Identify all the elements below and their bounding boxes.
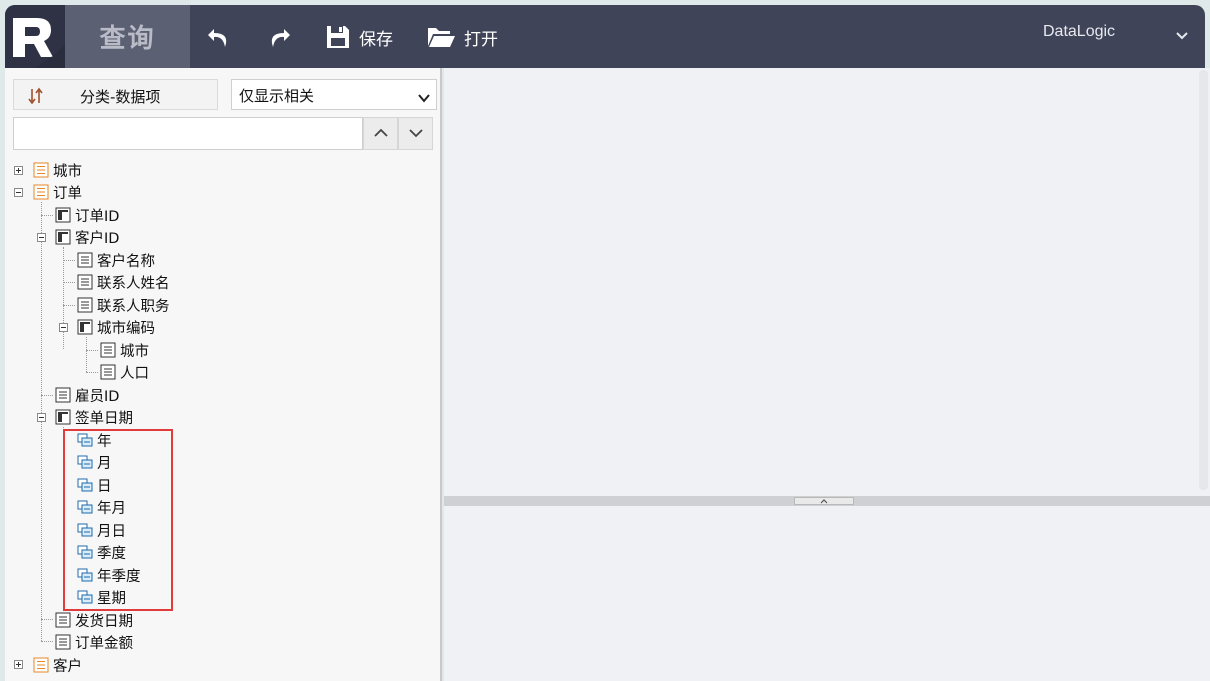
tree-node-label: 客户 [53,658,82,675]
redo-icon [265,23,293,51]
open-label: 打开 [464,29,498,50]
tree-node-employee-id[interactable]: 雇员ID [55,384,119,406]
data-item-panel: 分类-数据项 仅显示相关 城市 订单 订单ID 客户ID 客户名称 联系人姓名 … [5,68,442,681]
sort-category-label: 分类-数据项 [80,88,161,106]
tree-node-order-id[interactable]: 订单ID [55,204,119,226]
field-icon [77,252,93,268]
collapse-toggle[interactable] [37,413,46,422]
key-field-icon [55,207,71,223]
tree-connector [86,350,98,351]
undo-button[interactable] [205,21,233,53]
collapse-toggle[interactable] [14,188,23,197]
data-item-tree: 城市 订单 订单ID 客户ID 客户名称 联系人姓名 联系人职务 城市编码 城市… [5,158,440,681]
tree-node-label: 城市 [120,343,149,360]
expand-toggle[interactable] [14,660,23,669]
tree-connector [86,372,98,373]
tree-node-city[interactable]: 城市 [33,159,82,181]
redo-button[interactable] [265,21,293,53]
vertical-scrollbar[interactable] [1199,70,1208,490]
tree-node-label: 城市编码 [97,320,155,337]
collapse-toggle[interactable] [59,323,68,332]
search-input[interactable] [13,117,363,150]
field-icon [55,612,71,628]
search-next-button[interactable] [398,117,433,150]
top-toolbar: 查询 保存 打开 DataLogic [5,5,1205,68]
tree-node-customer-name[interactable]: 客户名称 [77,249,155,271]
collapse-toggle[interactable] [37,233,46,242]
open-button[interactable]: 打开 [426,21,498,53]
tree-node-city-field[interactable]: 城市 [100,339,149,361]
table-icon [33,184,49,200]
folder-open-icon [426,24,456,50]
tree-connector [63,247,64,349]
chevron-up-icon [820,499,828,504]
tree-node-label: 客户ID [75,230,120,247]
tab-query-label: 查询 [99,24,156,54]
undo-icon [205,23,233,51]
field-icon [77,274,93,290]
filter-select[interactable]: 仅显示相关 [231,79,437,110]
tree-node-customer-id[interactable]: 客户ID [55,226,119,248]
tree-node-label: 联系人姓名 [97,275,170,292]
chevron-up-icon [373,126,388,142]
tab-query[interactable]: 查询 [65,5,190,68]
panel-splitter[interactable] [444,496,1210,506]
tree-connector [41,641,53,642]
field-icon [100,342,116,358]
key-field-icon [55,409,71,425]
tree-node-customer[interactable]: 客户 [33,654,82,676]
tree-connector [41,619,53,620]
search-prev-button[interactable] [363,117,398,150]
tree-connector [63,282,75,283]
tree-node-label: 客户名称 [97,253,155,270]
tree-node-city-code[interactable]: 城市编码 [77,316,155,338]
user-name[interactable]: DataLogic [1043,23,1115,41]
tree-node-label: 发货日期 [75,613,133,630]
chevron-down-icon [408,126,423,142]
tree-node-order-amount[interactable]: 订单金额 [55,631,133,653]
expand-toggle[interactable] [14,166,23,175]
tree-node-label: 人口 [120,365,149,382]
save-icon [325,24,351,50]
app-logo [5,5,65,68]
chevron-down-icon [418,91,430,107]
save-label: 保存 [359,29,393,50]
tree-node-label: 签单日期 [75,410,133,427]
tree-node-label: 雇员ID [75,388,120,405]
chevron-down-icon[interactable] [1175,29,1189,45]
tree-connector [63,305,75,306]
tree-node-label: 订单 [53,185,82,202]
highlight-box [63,429,173,611]
tree-node-contact-name[interactable]: 联系人姓名 [77,271,170,293]
tree-connector [63,260,75,261]
tree-node-population[interactable]: 人口 [100,361,149,383]
tree-node-label: 订单金额 [75,635,133,652]
splitter-handle[interactable] [794,497,854,505]
save-button[interactable]: 保存 [325,21,393,53]
query-canvas[interactable] [444,68,1210,496]
tree-connector [41,215,53,216]
sort-icon [27,87,45,109]
tree-node-sign-date[interactable]: 签单日期 [55,406,133,428]
key-field-icon [77,319,93,335]
tree-node-label: 订单ID [75,208,120,225]
filter-selected-value: 仅显示相关 [239,87,315,105]
tree-node-ship-date[interactable]: 发货日期 [55,609,133,631]
tree-node-contact-title[interactable]: 联系人职务 [77,294,170,316]
tree-node-order[interactable]: 订单 [33,181,82,203]
tree-connector [86,337,87,372]
key-field-icon [55,229,71,245]
sort-category-button[interactable]: 分类-数据项 [13,79,218,110]
field-icon [55,634,71,650]
tree-node-label: 联系人职务 [97,298,170,315]
tree-node-label: 城市 [53,163,82,180]
table-icon [33,657,49,673]
table-icon [33,162,49,178]
field-icon [100,364,116,380]
result-panel [444,506,1210,681]
field-icon [77,297,93,313]
field-icon [55,387,71,403]
tree-connector [41,395,53,396]
